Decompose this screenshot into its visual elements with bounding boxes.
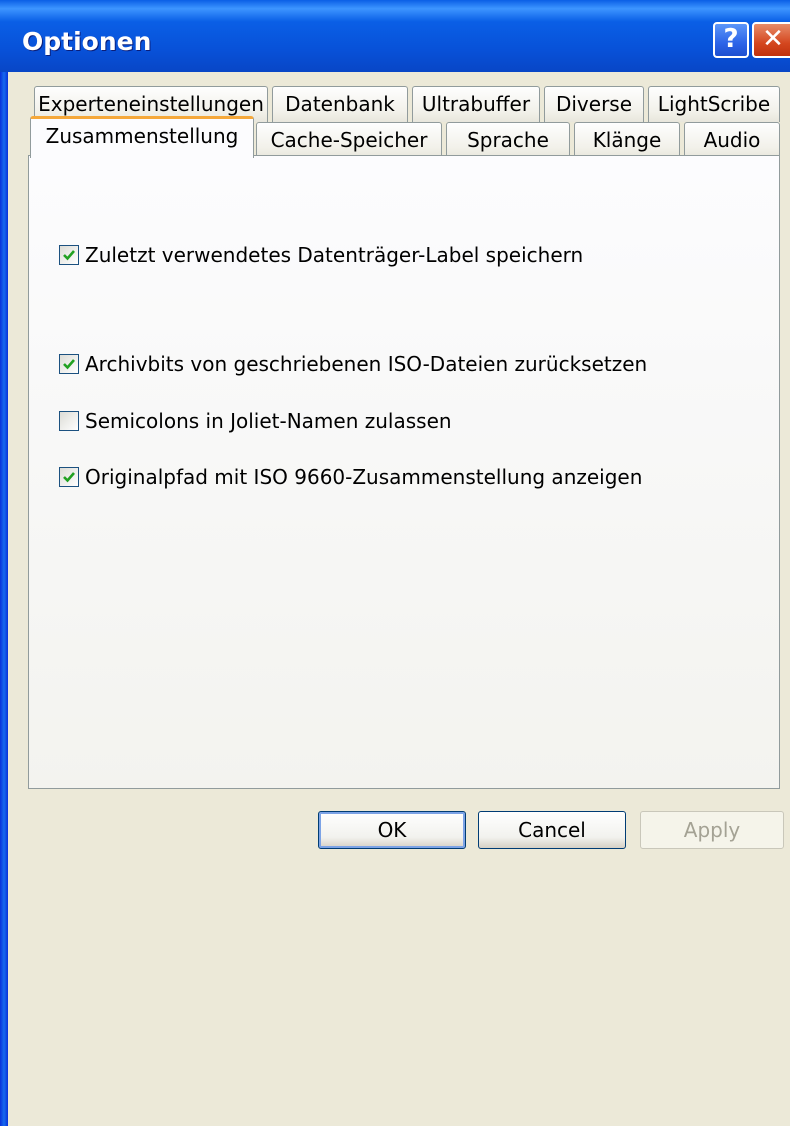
checkbox[interactable] [59, 467, 79, 487]
tab-cache-speicher[interactable]: Cache-Speicher [256, 122, 442, 158]
checkmark-icon [63, 359, 75, 370]
checkbox-label: Archivbits von geschriebenen ISO-Dateien… [85, 352, 648, 376]
tab-lightscribe[interactable]: LightScribe [648, 86, 780, 122]
help-icon[interactable]: ? [713, 22, 749, 58]
tab-klaenge[interactable]: Klänge [574, 122, 680, 158]
apply-button[interactable]: Apply [640, 811, 784, 849]
option-save-last-label[interactable]: Zuletzt verwendetes Datenträger-Label sp… [59, 242, 583, 268]
window-title: Optionen [22, 27, 152, 56]
checkmark-icon [63, 250, 75, 261]
checkmark-icon [63, 472, 75, 483]
option-allow-semicolons[interactable]: Semicolons in Joliet-Namen zulassen [59, 408, 452, 434]
option-reset-archive-bits[interactable]: Archivbits von geschriebenen ISO-Dateien… [59, 351, 647, 377]
ok-button[interactable]: OK [318, 811, 466, 849]
options-dialog: Optionen ? ✕ Experteneinstellungen Daten… [0, 0, 790, 1126]
title-bar[interactable]: Optionen ? ✕ [0, 0, 790, 72]
tab-datenbank[interactable]: Datenbank [272, 86, 408, 122]
checkbox[interactable] [59, 354, 79, 374]
tab-sprache[interactable]: Sprache [446, 122, 570, 158]
tab-audio[interactable]: Audio [684, 122, 780, 158]
window-border [0, 72, 8, 1126]
tab-panel-zusammenstellung: Zuletzt verwendetes Datenträger-Label sp… [28, 155, 780, 789]
checkbox-label: Originalpfad mit ISO 9660-Zusammenstellu… [85, 465, 643, 489]
checkbox-label: Semicolons in Joliet-Namen zulassen [85, 409, 452, 433]
option-show-original-path[interactable]: Originalpfad mit ISO 9660-Zusammenstellu… [59, 464, 642, 490]
checkbox[interactable] [59, 411, 79, 431]
checkbox-label: Zuletzt verwendetes Datenträger-Label sp… [85, 243, 584, 267]
tab-zusammenstellung[interactable]: Zusammenstellung [30, 116, 254, 158]
checkbox[interactable] [59, 245, 79, 265]
tab-ultrabuffer[interactable]: Ultrabuffer [412, 86, 540, 122]
cancel-button[interactable]: Cancel [478, 811, 626, 849]
tab-diverse[interactable]: Diverse [544, 86, 644, 122]
close-icon[interactable]: ✕ [752, 22, 790, 58]
